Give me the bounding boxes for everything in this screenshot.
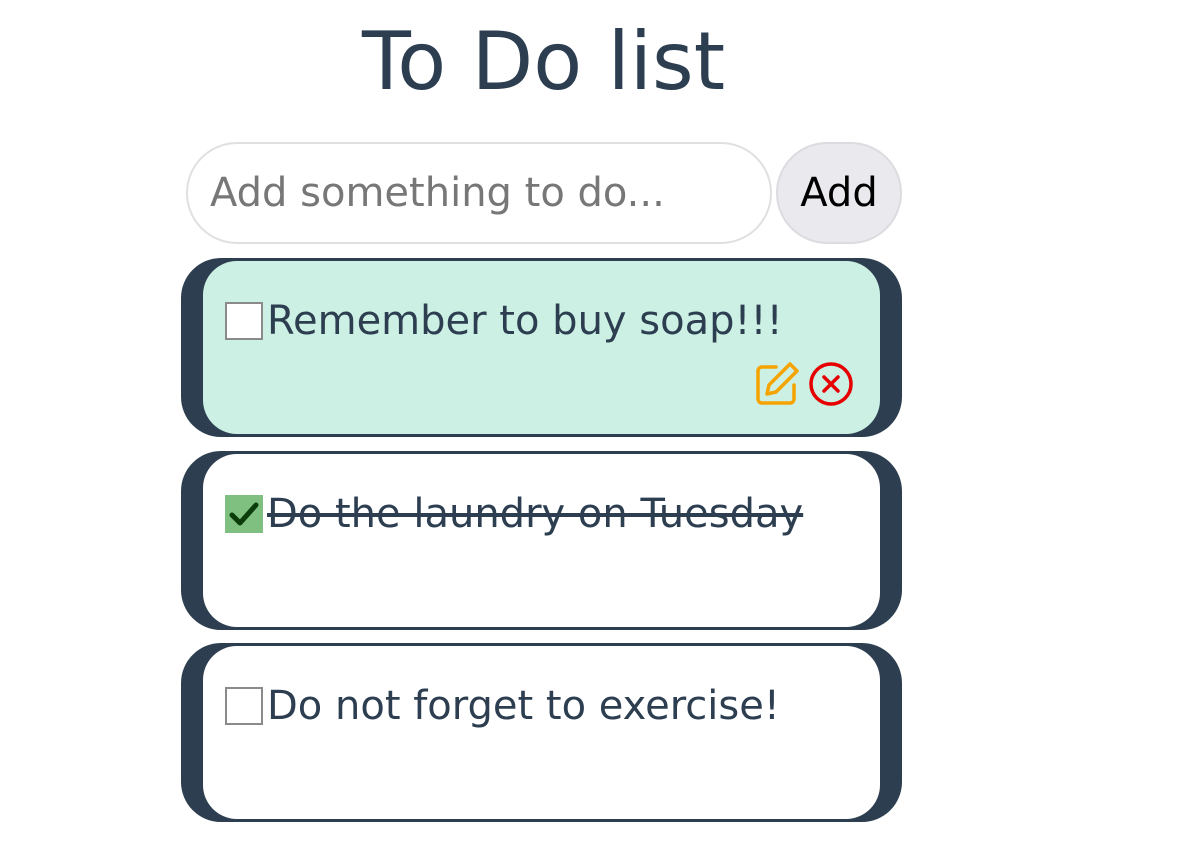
todo-text: Do the laundry on Tuesday	[267, 491, 804, 537]
add-todo-form: Add	[186, 142, 902, 244]
todo-checkbox[interactable]	[225, 495, 263, 533]
delete-icon[interactable]	[808, 361, 854, 407]
todo-checkbox[interactable]	[225, 302, 263, 340]
add-button[interactable]: Add	[776, 142, 902, 244]
todo-input[interactable]	[186, 142, 772, 244]
todo-text: Do not forget to exercise!	[267, 683, 780, 729]
todo-item: Do not forget to exercise!	[181, 643, 902, 822]
page-title: To Do list	[361, 15, 726, 108]
todo-item-body[interactable]	[203, 646, 880, 819]
todo-item-body[interactable]	[203, 261, 880, 434]
edit-icon[interactable]	[754, 361, 800, 407]
todo-actions	[754, 361, 854, 407]
checkmark-icon	[229, 502, 259, 526]
todo-checkbox[interactable]	[225, 687, 263, 725]
todo-item-body[interactable]	[203, 454, 880, 627]
todo-item: Remember to buy soap!!!	[181, 258, 902, 437]
todo-item: Do the laundry on Tuesday	[181, 451, 902, 630]
todo-text: Remember to buy soap!!!	[267, 298, 783, 344]
